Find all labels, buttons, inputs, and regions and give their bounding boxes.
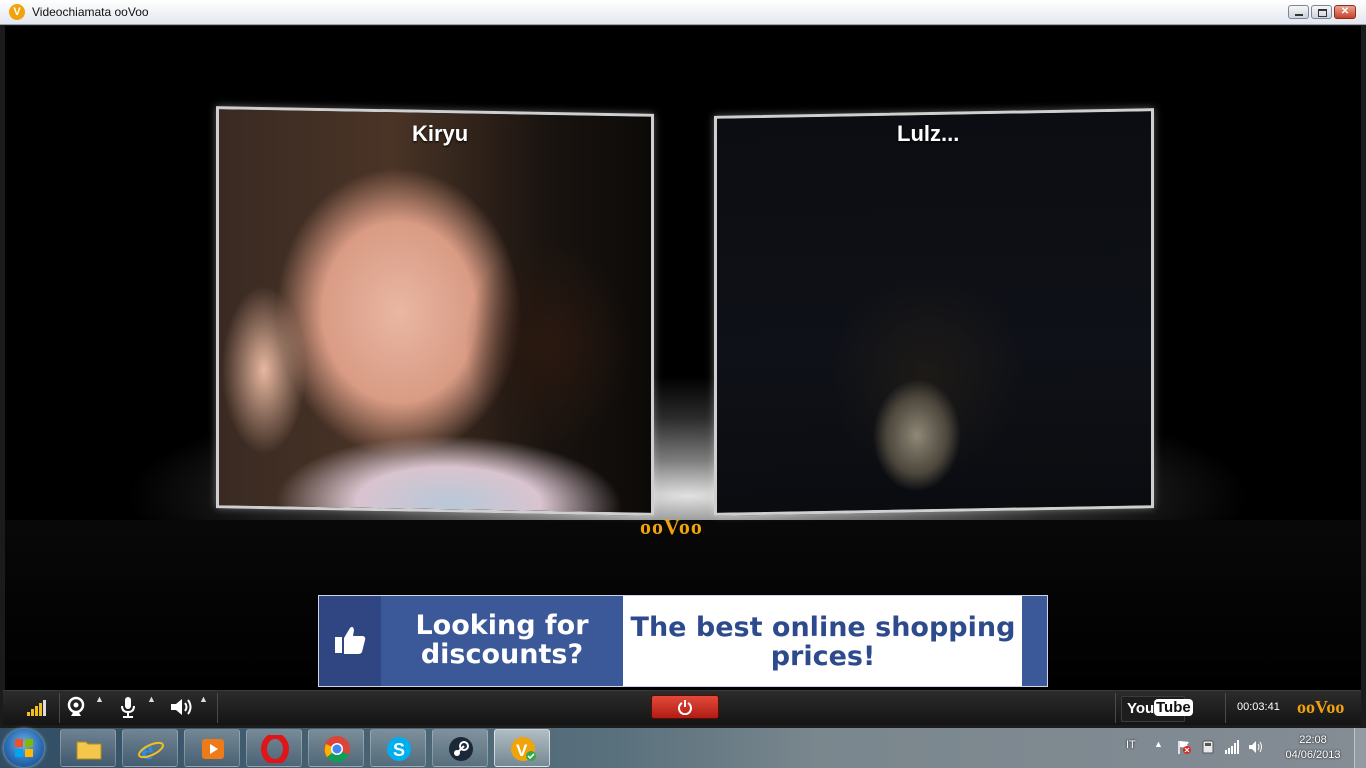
webcam-options-caret[interactable]: ▲ — [95, 694, 104, 704]
ad-headline: Looking for discounts? — [415, 610, 589, 670]
participant-video-feed — [717, 111, 1151, 513]
thumbs-up-icon — [332, 622, 368, 658]
signal-strength-icon — [27, 698, 49, 716]
steam-icon — [447, 735, 475, 763]
taskbar-app-media-player[interactable] — [184, 729, 240, 767]
webcam-icon[interactable] — [65, 696, 87, 718]
windows-taskbar: e S V IT ▲ 22:08 04/06/2013 — [0, 728, 1366, 768]
separator — [217, 693, 218, 723]
show-desktop-button[interactable] — [1354, 728, 1366, 768]
participant-name-label: Kiryu — [412, 121, 469, 146]
action-center-flag-icon[interactable] — [1176, 739, 1192, 755]
maximize-button[interactable] — [1311, 5, 1332, 19]
call-timer: 00:03:41 — [1237, 701, 1280, 713]
participant-name-label: Lulz... — [897, 121, 960, 146]
windows-start-button[interactable] — [4, 729, 44, 767]
opera-icon — [261, 733, 289, 765]
end-call-button[interactable] — [651, 695, 719, 719]
chrome-icon — [323, 735, 351, 763]
participant-video-feed — [219, 109, 651, 513]
taskbar-app-chrome[interactable] — [308, 729, 364, 767]
taskbar-app-steam[interactable] — [432, 729, 488, 767]
network-signal-icon[interactable] — [1224, 739, 1240, 755]
usb-device-icon[interactable] — [1200, 739, 1216, 755]
ad-thumb-panel — [319, 596, 381, 686]
speaker-options-caret[interactable]: ▲ — [199, 694, 208, 704]
folder-icon — [75, 735, 103, 763]
clock-date: 04/06/2013 — [1285, 749, 1341, 761]
volume-icon[interactable] — [1248, 739, 1264, 755]
close-button[interactable]: ✕ — [1334, 5, 1356, 19]
oovoo-logo-small: ooVoo — [1297, 697, 1345, 717]
oovoo-icon: V — [509, 735, 537, 763]
oovoo-logo: ooVoo — [640, 514, 703, 539]
media-player-icon — [199, 735, 227, 763]
skype-icon: S — [385, 735, 413, 763]
power-icon — [678, 700, 692, 715]
youtube-tube-text: Tube — [1154, 699, 1193, 716]
oovoo-window: V Videochiamata ooVoo ✕ Kiryu Lulz... oo… — [0, 0, 1366, 728]
show-hidden-icons-button[interactable]: ▲ — [1154, 739, 1163, 749]
ad-tagline: The best online shopping prices! — [630, 612, 1016, 672]
title-bar[interactable]: V Videochiamata ooVoo ✕ — [0, 0, 1366, 25]
separator — [1225, 693, 1226, 723]
oovoo-app-icon: V — [9, 4, 25, 20]
taskbar-app-opera[interactable] — [246, 729, 302, 767]
speaker-icon[interactable] — [169, 696, 192, 718]
system-clock[interactable]: 22:08 04/06/2013 — [1278, 733, 1348, 763]
language-indicator[interactable]: IT — [1126, 739, 1136, 751]
clock-time: 22:08 — [1299, 734, 1327, 746]
microphone-icon[interactable] — [117, 696, 139, 718]
ie-icon: e — [137, 735, 165, 766]
video-panel-right[interactable] — [714, 108, 1154, 516]
window-title: Videochiamata ooVoo — [32, 5, 149, 19]
youtube-you-text: You — [1127, 700, 1155, 717]
youtube-button[interactable]: You Tube — [1121, 696, 1193, 722]
call-control-bar: ▲ ▲ ▲ You Tube 00:03:41 ooVoo — [3, 690, 1361, 725]
mic-options-caret[interactable]: ▲ — [147, 694, 156, 704]
ad-left-panel: Looking for discounts? — [381, 596, 623, 686]
separator — [1115, 693, 1116, 723]
taskbar-app-internet-explorer[interactable]: e — [122, 729, 178, 767]
video-panel-left[interactable] — [216, 106, 654, 516]
taskbar-app-skype[interactable]: S — [370, 729, 426, 767]
ad-right-strip — [1022, 596, 1047, 686]
svg-text:S: S — [393, 740, 405, 760]
separator — [59, 693, 60, 723]
windows-start-icon — [15, 739, 33, 757]
taskbar-app-file-explorer[interactable] — [60, 729, 116, 767]
minimize-button[interactable] — [1288, 5, 1309, 19]
ad-banner[interactable]: Looking for discounts? The best online s… — [318, 595, 1048, 687]
taskbar-app-oovoo[interactable]: V — [494, 729, 550, 767]
